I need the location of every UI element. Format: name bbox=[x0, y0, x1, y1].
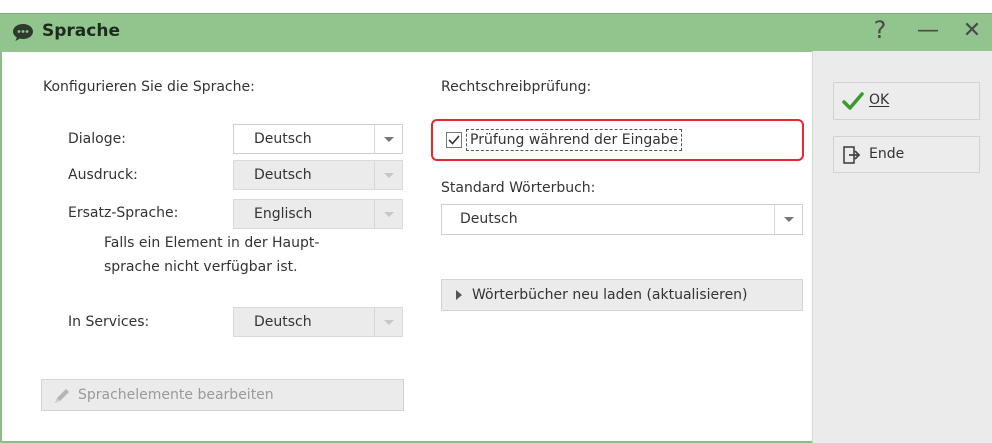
close-button[interactable]: ✕ bbox=[954, 18, 990, 43]
chevron-down-icon[interactable] bbox=[374, 200, 402, 228]
services-value: Deutsch bbox=[254, 314, 312, 330]
dialog-window: Sprache ? — ✕ Konfigurieren Sie die Spra… bbox=[0, 0, 992, 443]
spellcheck-checkbox[interactable] bbox=[446, 132, 462, 148]
reload-dictionaries-button[interactable]: Wörterbücher neu laden (aktualisieren) bbox=[441, 279, 803, 311]
chevron-down-icon[interactable] bbox=[374, 161, 402, 189]
end-label: Ende bbox=[869, 146, 905, 162]
dictionary-label: Standard Wörterbuch: bbox=[441, 180, 596, 196]
ausdruck-select[interactable]: Deutsch bbox=[233, 160, 403, 190]
chevron-down-icon[interactable] bbox=[374, 308, 402, 336]
spellcheck-checkbox-label[interactable]: Prüfung während der Eingabe bbox=[466, 129, 683, 151]
dictionary-select[interactable]: Deutsch bbox=[441, 204, 803, 235]
services-label: In Services: bbox=[68, 314, 150, 330]
language-heading: Konfigurieren Sie die Sprache: bbox=[43, 79, 255, 95]
ausdruck-label: Ausdruck: bbox=[68, 167, 138, 183]
minimize-button[interactable]: — bbox=[910, 18, 946, 43]
edit-language-elements-label: Sprachelemente bearbeiten bbox=[78, 387, 274, 403]
end-button[interactable]: Ende bbox=[833, 136, 980, 173]
reload-dictionaries-label: Wörterbücher neu laden (aktualisieren) bbox=[472, 287, 748, 303]
dialoge-value: Deutsch bbox=[254, 131, 312, 147]
ok-button[interactable]: OK bbox=[833, 82, 980, 120]
dialoge-label: Dialoge: bbox=[68, 131, 126, 147]
ersatz-value: Englisch bbox=[254, 206, 313, 222]
chevron-down-icon[interactable] bbox=[774, 205, 802, 234]
dictionary-value: Deutsch bbox=[460, 211, 518, 227]
services-select[interactable]: Deutsch bbox=[233, 307, 403, 337]
ersatz-hint-line1: Falls ein Element in der Haupt- bbox=[104, 235, 320, 251]
ersatz-select[interactable]: Englisch bbox=[233, 199, 403, 229]
ausdruck-value: Deutsch bbox=[254, 167, 312, 183]
ok-label: OK bbox=[869, 92, 890, 108]
ersatz-hint-line2: sprache nicht verfügbar ist. bbox=[104, 259, 298, 275]
window-title: Sprache bbox=[42, 21, 120, 41]
exit-icon bbox=[842, 145, 862, 169]
title-bar: Sprache ? — ✕ bbox=[0, 13, 992, 52]
pencil-icon bbox=[52, 386, 72, 410]
ersatz-label: Ersatz-Sprache: bbox=[68, 205, 179, 221]
edit-language-elements-button[interactable]: Sprachelemente bearbeiten bbox=[41, 379, 404, 411]
speech-bubble-icon bbox=[12, 22, 34, 42]
chevron-down-icon[interactable] bbox=[374, 125, 402, 153]
dialoge-select[interactable]: Deutsch bbox=[233, 124, 403, 154]
checkmark-icon bbox=[448, 135, 460, 145]
check-icon bbox=[842, 91, 864, 115]
caret-right-icon bbox=[456, 290, 462, 300]
help-button[interactable]: ? bbox=[862, 16, 898, 44]
spellcheck-heading: Rechtschreibprüfung: bbox=[441, 79, 592, 95]
